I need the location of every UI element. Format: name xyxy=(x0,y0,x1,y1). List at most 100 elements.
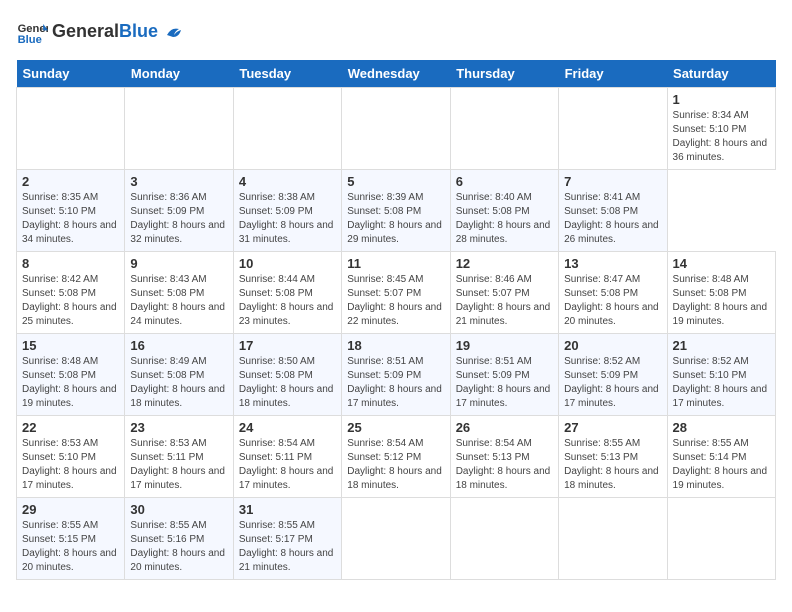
day-number: 7 xyxy=(564,174,661,189)
day-info: Sunrise: 8:35 AM Sunset: 5:10 PM Dayligh… xyxy=(22,191,119,247)
calendar-day-cell: 21 Sunrise: 8:52 AM Sunset: 5:10 PM Dayl… xyxy=(667,334,775,416)
empty-cell xyxy=(17,88,125,170)
calendar-day-cell: 24 Sunrise: 8:54 AM Sunset: 5:11 PM Dayl… xyxy=(233,416,341,498)
day-info: Sunrise: 8:53 AM Sunset: 5:11 PM Dayligh… xyxy=(130,437,227,493)
calendar-day-cell: 12 Sunrise: 8:46 AM Sunset: 5:07 PM Dayl… xyxy=(450,252,558,334)
day-number: 10 xyxy=(239,256,336,271)
day-info: Sunrise: 8:38 AM Sunset: 5:09 PM Dayligh… xyxy=(239,191,336,247)
column-header-thursday: Thursday xyxy=(450,60,558,88)
day-number: 25 xyxy=(347,420,444,435)
logo: General Blue GeneralBlue xyxy=(16,16,183,48)
day-number: 9 xyxy=(130,256,227,271)
column-header-sunday: Sunday xyxy=(17,60,125,88)
day-info: Sunrise: 8:55 AM Sunset: 5:17 PM Dayligh… xyxy=(239,519,336,575)
day-info: Sunrise: 8:49 AM Sunset: 5:08 PM Dayligh… xyxy=(130,355,227,411)
calendar-week-row: 29 Sunrise: 8:55 AM Sunset: 5:15 PM Dayl… xyxy=(17,498,776,580)
day-number: 27 xyxy=(564,420,661,435)
calendar-week-row: 8 Sunrise: 8:42 AM Sunset: 5:08 PM Dayli… xyxy=(17,252,776,334)
calendar-day-cell: 6 Sunrise: 8:40 AM Sunset: 5:08 PM Dayli… xyxy=(450,170,558,252)
calendar-day-cell: 16 Sunrise: 8:49 AM Sunset: 5:08 PM Dayl… xyxy=(125,334,233,416)
calendar-day-cell: 23 Sunrise: 8:53 AM Sunset: 5:11 PM Dayl… xyxy=(125,416,233,498)
column-header-tuesday: Tuesday xyxy=(233,60,341,88)
calendar-day-cell: 3 Sunrise: 8:36 AM Sunset: 5:09 PM Dayli… xyxy=(125,170,233,252)
calendar-day-cell: 20 Sunrise: 8:52 AM Sunset: 5:09 PM Dayl… xyxy=(559,334,667,416)
calendar-day-cell: 4 Sunrise: 8:38 AM Sunset: 5:09 PM Dayli… xyxy=(233,170,341,252)
calendar-day-cell: 13 Sunrise: 8:47 AM Sunset: 5:08 PM Dayl… xyxy=(559,252,667,334)
calendar-day-cell: 22 Sunrise: 8:53 AM Sunset: 5:10 PM Dayl… xyxy=(17,416,125,498)
day-number: 31 xyxy=(239,502,336,517)
day-number: 21 xyxy=(673,338,770,353)
calendar-day-cell: 17 Sunrise: 8:50 AM Sunset: 5:08 PM Dayl… xyxy=(233,334,341,416)
day-info: Sunrise: 8:54 AM Sunset: 5:11 PM Dayligh… xyxy=(239,437,336,493)
calendar-day-cell: 18 Sunrise: 8:51 AM Sunset: 5:09 PM Dayl… xyxy=(342,334,450,416)
calendar-day-cell: 9 Sunrise: 8:43 AM Sunset: 5:08 PM Dayli… xyxy=(125,252,233,334)
day-number: 20 xyxy=(564,338,661,353)
empty-cell xyxy=(233,88,341,170)
day-number: 8 xyxy=(22,256,119,271)
day-number: 3 xyxy=(130,174,227,189)
day-number: 19 xyxy=(456,338,553,353)
day-number: 13 xyxy=(564,256,661,271)
empty-cell xyxy=(667,498,775,580)
day-info: Sunrise: 8:48 AM Sunset: 5:08 PM Dayligh… xyxy=(22,355,119,411)
column-header-wednesday: Wednesday xyxy=(342,60,450,88)
calendar-day-cell: 8 Sunrise: 8:42 AM Sunset: 5:08 PM Dayli… xyxy=(17,252,125,334)
day-number: 14 xyxy=(673,256,770,271)
calendar-day-cell: 2 Sunrise: 8:35 AM Sunset: 5:10 PM Dayli… xyxy=(17,170,125,252)
day-number: 11 xyxy=(347,256,444,271)
empty-cell xyxy=(342,88,450,170)
day-info: Sunrise: 8:42 AM Sunset: 5:08 PM Dayligh… xyxy=(22,273,119,329)
day-info: Sunrise: 8:39 AM Sunset: 5:08 PM Dayligh… xyxy=(347,191,444,247)
empty-cell xyxy=(559,88,667,170)
logo-bird-icon xyxy=(165,23,183,41)
calendar-day-cell: 27 Sunrise: 8:55 AM Sunset: 5:13 PM Dayl… xyxy=(559,416,667,498)
day-info: Sunrise: 8:55 AM Sunset: 5:15 PM Dayligh… xyxy=(22,519,119,575)
day-info: Sunrise: 8:50 AM Sunset: 5:08 PM Dayligh… xyxy=(239,355,336,411)
calendar-day-cell: 10 Sunrise: 8:44 AM Sunset: 5:08 PM Dayl… xyxy=(233,252,341,334)
day-info: Sunrise: 8:52 AM Sunset: 5:09 PM Dayligh… xyxy=(564,355,661,411)
day-number: 23 xyxy=(130,420,227,435)
day-info: Sunrise: 8:47 AM Sunset: 5:08 PM Dayligh… xyxy=(564,273,661,329)
empty-cell xyxy=(450,88,558,170)
calendar-day-cell: 31 Sunrise: 8:55 AM Sunset: 5:17 PM Dayl… xyxy=(233,498,341,580)
day-number: 17 xyxy=(239,338,336,353)
day-info: Sunrise: 8:46 AM Sunset: 5:07 PM Dayligh… xyxy=(456,273,553,329)
day-number: 28 xyxy=(673,420,770,435)
calendar-table: SundayMondayTuesdayWednesdayThursdayFrid… xyxy=(16,60,776,580)
logo-icon: General Blue xyxy=(16,16,48,48)
calendar-day-cell: 19 Sunrise: 8:51 AM Sunset: 5:09 PM Dayl… xyxy=(450,334,558,416)
calendar-day-cell: 14 Sunrise: 8:48 AM Sunset: 5:08 PM Dayl… xyxy=(667,252,775,334)
calendar-day-cell: 11 Sunrise: 8:45 AM Sunset: 5:07 PM Dayl… xyxy=(342,252,450,334)
column-header-saturday: Saturday xyxy=(667,60,775,88)
day-info: Sunrise: 8:52 AM Sunset: 5:10 PM Dayligh… xyxy=(673,355,770,411)
day-number: 18 xyxy=(347,338,444,353)
day-number: 1 xyxy=(673,92,770,107)
day-number: 15 xyxy=(22,338,119,353)
calendar-day-cell: 30 Sunrise: 8:55 AM Sunset: 5:16 PM Dayl… xyxy=(125,498,233,580)
day-number: 16 xyxy=(130,338,227,353)
logo-text: GeneralBlue xyxy=(52,22,183,42)
calendar-header-row: SundayMondayTuesdayWednesdayThursdayFrid… xyxy=(17,60,776,88)
day-info: Sunrise: 8:53 AM Sunset: 5:10 PM Dayligh… xyxy=(22,437,119,493)
day-info: Sunrise: 8:54 AM Sunset: 5:12 PM Dayligh… xyxy=(347,437,444,493)
day-info: Sunrise: 8:55 AM Sunset: 5:13 PM Dayligh… xyxy=(564,437,661,493)
day-number: 22 xyxy=(22,420,119,435)
calendar-day-cell: 1 Sunrise: 8:34 AM Sunset: 5:10 PM Dayli… xyxy=(667,88,775,170)
day-info: Sunrise: 8:55 AM Sunset: 5:16 PM Dayligh… xyxy=(130,519,227,575)
empty-cell xyxy=(559,498,667,580)
calendar-week-row: 1 Sunrise: 8:34 AM Sunset: 5:10 PM Dayli… xyxy=(17,88,776,170)
calendar-day-cell: 5 Sunrise: 8:39 AM Sunset: 5:08 PM Dayli… xyxy=(342,170,450,252)
svg-text:Blue: Blue xyxy=(18,34,42,46)
day-number: 2 xyxy=(22,174,119,189)
day-info: Sunrise: 8:45 AM Sunset: 5:07 PM Dayligh… xyxy=(347,273,444,329)
day-info: Sunrise: 8:43 AM Sunset: 5:08 PM Dayligh… xyxy=(130,273,227,329)
day-info: Sunrise: 8:41 AM Sunset: 5:08 PM Dayligh… xyxy=(564,191,661,247)
day-info: Sunrise: 8:48 AM Sunset: 5:08 PM Dayligh… xyxy=(673,273,770,329)
calendar-day-cell: 25 Sunrise: 8:54 AM Sunset: 5:12 PM Dayl… xyxy=(342,416,450,498)
calendar-week-row: 22 Sunrise: 8:53 AM Sunset: 5:10 PM Dayl… xyxy=(17,416,776,498)
column-header-friday: Friday xyxy=(559,60,667,88)
day-number: 5 xyxy=(347,174,444,189)
day-number: 29 xyxy=(22,502,119,517)
empty-cell xyxy=(125,88,233,170)
calendar-day-cell: 29 Sunrise: 8:55 AM Sunset: 5:15 PM Dayl… xyxy=(17,498,125,580)
